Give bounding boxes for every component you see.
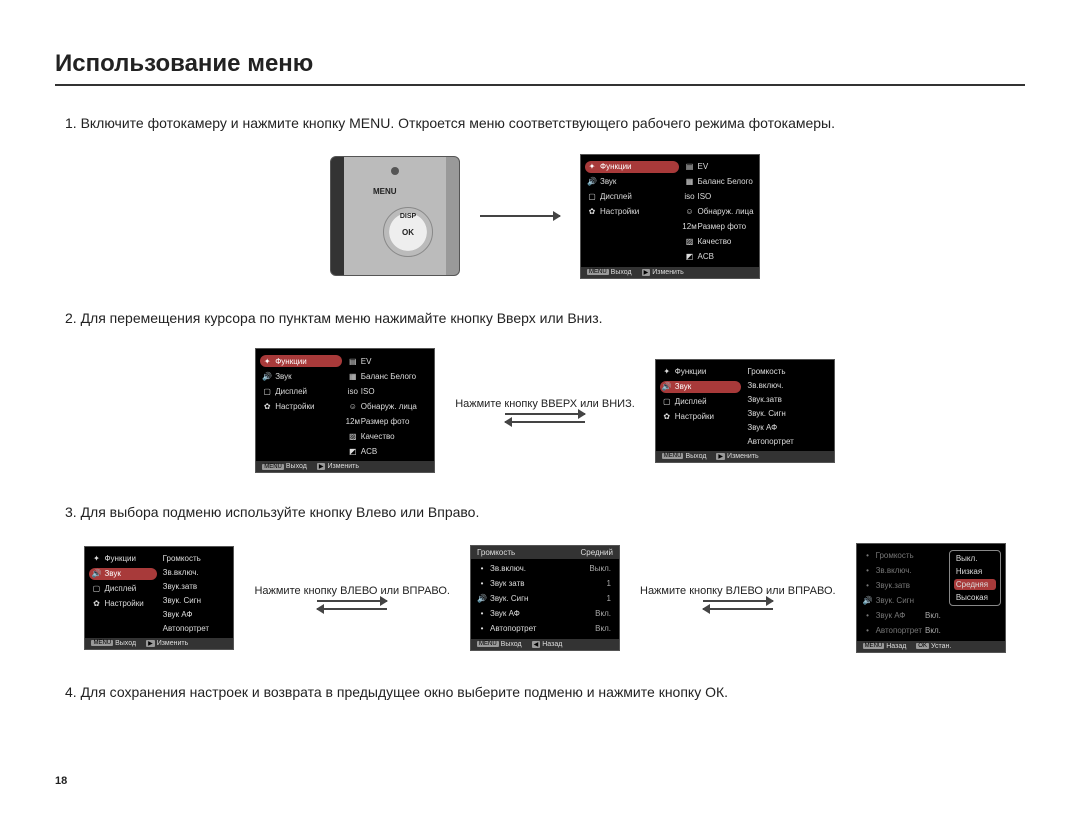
camera-icon: ✦ xyxy=(587,162,597,172)
figure-row-1: MENU DISP OK ✦Функции 🔊Звук ▢Дисплей ✿На… xyxy=(65,154,1025,279)
arrow-left-icon xyxy=(317,608,387,610)
step-2: 2. Для перемещения курсора по пунктам ме… xyxy=(65,309,1025,329)
arrow-left-icon xyxy=(505,421,585,423)
lcd-sound-detail: Громкость Средний •Зв.включ.Выкл. •Звук … xyxy=(470,545,620,651)
gear-icon: ✿ xyxy=(587,207,597,217)
sound-icon: 🔊 xyxy=(587,177,597,187)
caption-leftright-1: Нажмите кнопку ВЛЕВО или ВПРАВО. xyxy=(254,585,450,610)
lcd-menu-sound: ✦Функции 🔊Звук ▢Дисплей ✿Настройки Громк… xyxy=(655,359,835,463)
caption-leftright-2: Нажмите кнопку ВЛЕВО или ВПРАВО. xyxy=(640,585,836,610)
lcd-volume-options: •Громкость •Зв.включ. •Звук.затв 🔊Звук. … xyxy=(856,543,1006,653)
camera-dpad: DISP OK xyxy=(383,207,433,257)
lcd-menu-functions: ✦Функции 🔊Звук ▢Дисплей ✿Настройки ▤EV ▦… xyxy=(255,348,435,473)
caption-updown: Нажмите кнопку ВВЕРХ или ВНИЗ. xyxy=(455,398,635,423)
arrow-right-icon xyxy=(480,215,560,217)
figure-row-3: ✦Функции 🔊Звук ▢Дисплей ✿Настройки Громк… xyxy=(65,543,1025,653)
arrow-right-icon xyxy=(703,600,773,602)
lcd-main-menu: ✦Функции 🔊Звук ▢Дисплей ✿Настройки ▤EV ▦… xyxy=(580,154,760,279)
camera-graphic: MENU DISP OK xyxy=(330,156,460,276)
arrow-right-icon xyxy=(505,413,585,415)
step-3: 3. Для выбора подменю используйте кнопку… xyxy=(65,503,1025,523)
step-4: 4. Для сохранения настроек и возврата в … xyxy=(65,683,1025,703)
figure-row-2: ✦Функции 🔊Звук ▢Дисплей ✿Настройки ▤EV ▦… xyxy=(65,348,1025,473)
camera-ok-label: OK xyxy=(402,228,414,237)
page-title: Использование меню xyxy=(55,50,1025,86)
display-icon: ▢ xyxy=(587,192,597,202)
step-1: 1. Включите фотокамеру и нажмите кнопку … xyxy=(65,114,1025,134)
camera-menu-label: MENU xyxy=(373,187,397,196)
page-number: 18 xyxy=(55,775,67,787)
lcd-sound-selected: ✦Функции 🔊Звук ▢Дисплей ✿Настройки Громк… xyxy=(84,546,234,650)
arrow-right-icon xyxy=(317,600,387,602)
camera-disp-label: DISP xyxy=(400,213,416,220)
arrow-left-icon xyxy=(703,608,773,610)
